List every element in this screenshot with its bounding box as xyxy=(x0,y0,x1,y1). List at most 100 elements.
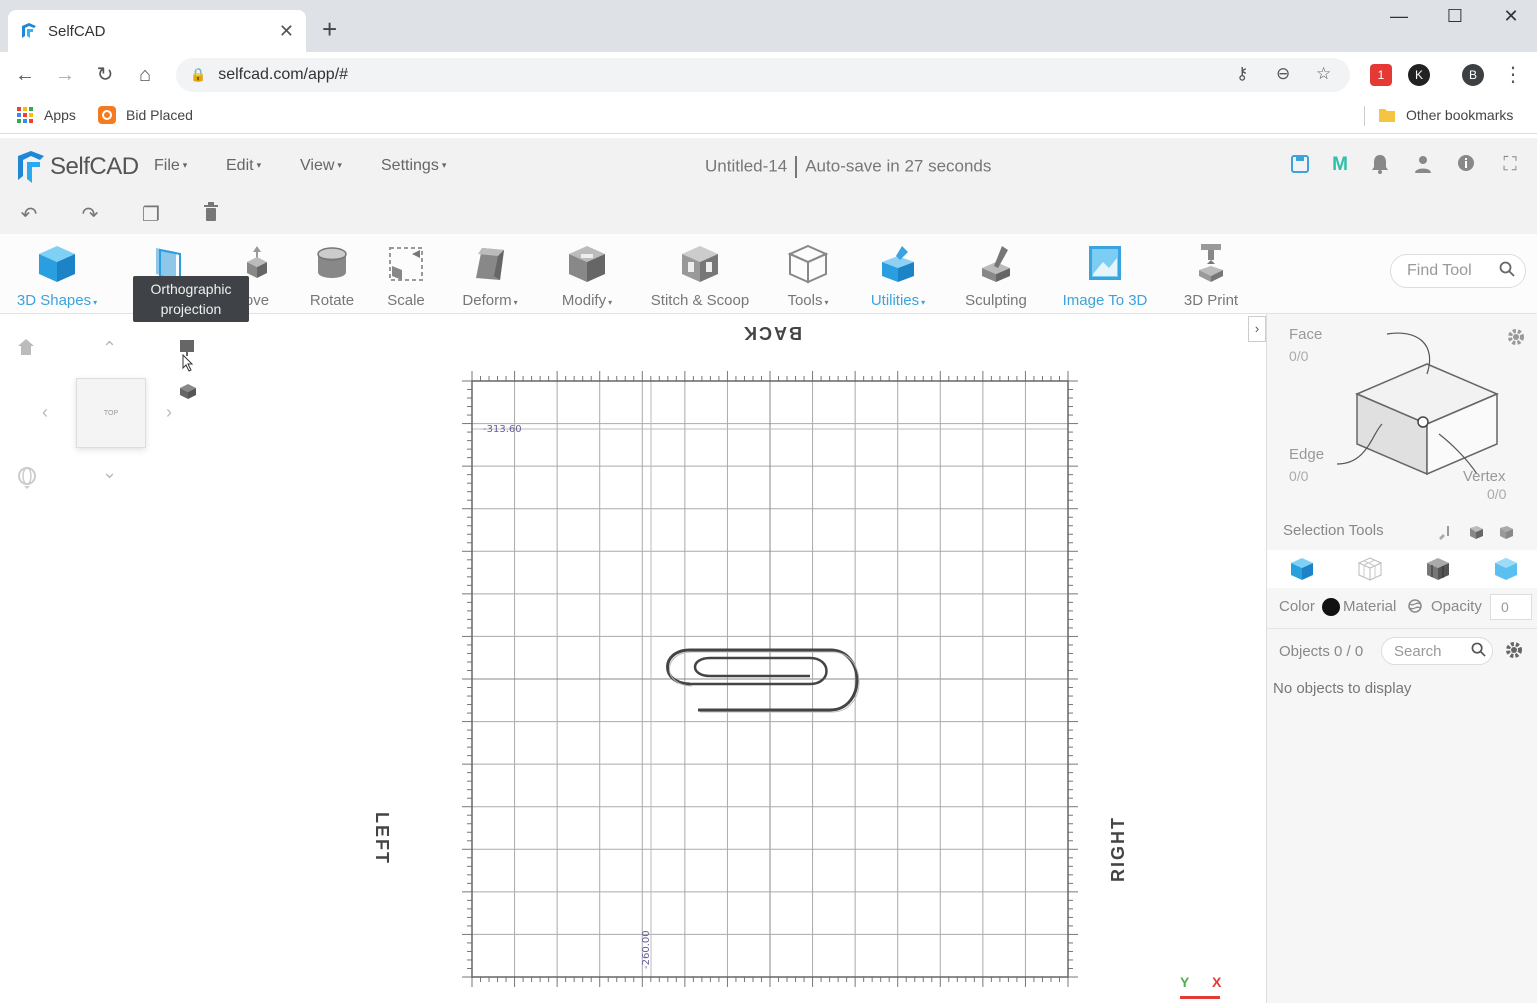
solid-mode-cube-icon[interactable] xyxy=(1289,556,1315,582)
tool-scale[interactable]: Scale xyxy=(380,234,432,314)
other-bookmarks-label: Other bookmarks xyxy=(1406,107,1514,123)
zoom-icon[interactable]: ⊖ xyxy=(1276,64,1290,84)
tool-modify[interactable]: Modify ▾ xyxy=(552,234,622,314)
vertex-count: 0/0 xyxy=(1487,486,1507,502)
bookmark-other[interactable]: Other bookmarks xyxy=(1378,106,1513,124)
extension-k-icon[interactable]: K xyxy=(1408,64,1430,86)
grid-lines xyxy=(472,381,1068,977)
opacity-stepper[interactable]: 0 xyxy=(1490,594,1532,620)
tool-utilities[interactable]: Utilities ▾ xyxy=(862,234,934,314)
perspective-view-icon[interactable] xyxy=(178,382,198,405)
tool-rotate[interactable]: Rotate xyxy=(304,234,360,314)
browser-menu-icon[interactable]: ⋮ xyxy=(1500,62,1526,88)
edge-label: Edge xyxy=(1289,446,1325,463)
select-all-icon[interactable] xyxy=(1497,524,1515,545)
tool-tools[interactable]: Tools ▾ xyxy=(778,234,838,314)
home-button[interactable]: ⌂ xyxy=(132,62,158,88)
rotate-down-chevron-icon[interactable]: ⌄ xyxy=(102,462,117,483)
rotate-up-chevron-icon[interactable]: ⌃ xyxy=(102,338,117,359)
undo-icon[interactable]: ↶ xyxy=(16,202,42,227)
wireframe-mode-icon[interactable] xyxy=(1357,556,1383,582)
nav-cube-top-face[interactable]: TOP xyxy=(76,378,146,448)
user-icon[interactable] xyxy=(1410,154,1436,180)
objects-search-input[interactable]: Search xyxy=(1381,637,1493,665)
tab-close-icon[interactable]: ✕ xyxy=(279,21,294,42)
solid-wireframe-mode-icon[interactable] xyxy=(1425,556,1451,582)
axis-x-line xyxy=(1180,996,1220,999)
objects-settings-gear-icon[interactable] xyxy=(1505,641,1523,664)
collapse-panel-chevron-icon[interactable]: › xyxy=(1248,316,1266,342)
bookmark-bid-placed[interactable]: Bid Placed xyxy=(98,106,193,124)
profile-avatar[interactable]: B xyxy=(1462,64,1484,86)
new-tab-button[interactable]: + xyxy=(322,14,337,44)
address-bar[interactable]: 🔒 selfcad.com/app/# ⚷ ⊖ ☆ xyxy=(176,58,1350,92)
delete-icon[interactable] xyxy=(198,202,224,228)
view-label-back: BACK xyxy=(742,323,802,343)
display-mode-row xyxy=(1267,550,1537,588)
tool-3d-shapes-label: 3D Shapes ▾ xyxy=(17,292,97,309)
selection-settings-gear-icon[interactable] xyxy=(1507,328,1525,351)
logo-text: SelfCAD xyxy=(50,153,139,180)
minimize-button[interactable]: — xyxy=(1384,6,1414,27)
save-icon[interactable] xyxy=(1287,154,1313,180)
home-view-icon[interactable] xyxy=(17,338,35,361)
material-label[interactable]: Material xyxy=(1343,598,1396,615)
menu-file[interactable]: File ▾ xyxy=(154,157,187,175)
vertex-label: Vertex xyxy=(1463,468,1506,485)
xray-mode-icon[interactable] xyxy=(1493,556,1519,582)
select-paint-icon[interactable] xyxy=(1437,524,1453,545)
browser-tab[interactable]: SelfCAD ✕ xyxy=(8,10,306,52)
address-url: selfcad.com/app/# xyxy=(218,66,349,83)
menu-edit[interactable]: Edit ▾ xyxy=(226,157,261,175)
key-icon[interactable]: ⚷ xyxy=(1236,64,1248,84)
copy-icon[interactable]: ❐ xyxy=(138,202,164,227)
rotate-right-chevron-icon[interactable]: › xyxy=(166,402,172,423)
bookmark-star-icon[interactable]: ☆ xyxy=(1316,64,1331,84)
3d-printer-icon xyxy=(1199,244,1223,282)
tab-title: SelfCAD xyxy=(48,22,106,40)
view-globe-icon[interactable] xyxy=(17,466,37,495)
tool-stitch-scoop-label: Stitch & Scoop xyxy=(650,292,750,309)
rotate-left-chevron-icon[interactable]: ‹ xyxy=(42,402,48,423)
selfcad-logo[interactable]: SelfCAD xyxy=(16,150,139,184)
close-window-button[interactable]: ✕ xyxy=(1496,6,1526,27)
axis-x-label: X xyxy=(1212,974,1222,990)
tool-stitch-scoop[interactable]: Stitch & Scoop xyxy=(646,234,754,314)
search-icon[interactable] xyxy=(1471,642,1486,661)
fullscreen-icon[interactable]: ⛶ xyxy=(1497,154,1523,176)
modify-icon xyxy=(569,246,605,282)
select-box-icon[interactable] xyxy=(1467,524,1485,545)
search-icon[interactable] xyxy=(1499,261,1515,282)
tool-deform[interactable]: Deform ▾ xyxy=(452,234,528,314)
find-tool-input[interactable]: Find Tool xyxy=(1390,254,1526,288)
back-button[interactable]: ← xyxy=(12,62,38,88)
forward-button[interactable]: → xyxy=(52,62,78,88)
info-icon[interactable] xyxy=(1453,154,1479,178)
tool-3d-shapes[interactable]: 3D Shapes ▾ xyxy=(12,234,102,314)
bookmarks-divider xyxy=(1364,106,1365,126)
document-name[interactable]: Untitled-14 xyxy=(705,156,787,175)
color-material-row: Color Material Opacity 0 xyxy=(1267,588,1537,628)
color-swatch[interactable] xyxy=(1322,598,1340,616)
m-icon[interactable]: M xyxy=(1327,154,1353,176)
material-sphere-icon[interactable] xyxy=(1407,598,1423,619)
bookmark-apps[interactable]: Apps xyxy=(16,106,76,124)
bell-icon[interactable] xyxy=(1367,154,1393,180)
menu-settings[interactable]: Settings ▾ xyxy=(381,157,446,175)
tool-3d-print[interactable]: 3D Print xyxy=(1178,234,1244,314)
maximize-button[interactable]: ☐ xyxy=(1440,6,1470,27)
extension-red-icon[interactable]: 1 xyxy=(1370,64,1392,86)
3d-viewport[interactable]: ⌃ ‹ › ⌄ TOP BACK LEFT RIGHT -313.60 -260… xyxy=(0,314,1266,1003)
selfcad-favicon-icon xyxy=(22,23,36,38)
reload-button[interactable]: ↻ xyxy=(92,62,118,88)
view-label-right: RIGHT xyxy=(1108,816,1128,882)
tool-sculpting[interactable]: Sculpting xyxy=(960,234,1032,314)
tool-image-to-3d-label: Image To 3D xyxy=(1062,292,1148,309)
menu-view[interactable]: View ▾ xyxy=(300,157,342,175)
apps-grid-icon xyxy=(17,107,33,123)
chevron-down-icon: ▾ xyxy=(441,160,447,171)
face-count: 0/0 xyxy=(1289,348,1309,364)
redo-icon[interactable]: ↷ xyxy=(77,202,103,227)
objects-search-placeholder: Search xyxy=(1394,642,1442,660)
tool-image-to-3d[interactable]: Image To 3D xyxy=(1058,234,1152,314)
